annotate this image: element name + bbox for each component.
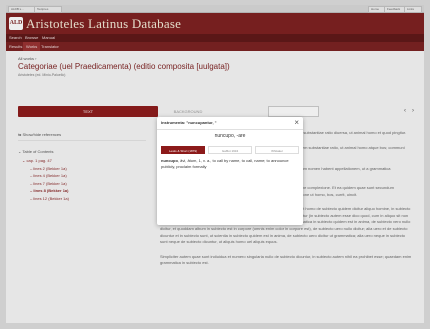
tab-lewis-short[interactable]: Lewis & Short (1879): [161, 146, 205, 154]
definition-text: nuncupo, āvi, ātum, 1, v. a., to call by…: [161, 158, 299, 169]
dictionary-tabs: Lewis & Short (1879) Gaffiot 1934 Whitak…: [161, 146, 299, 154]
modal-header: Instrumenta: "nuncupantur, " ×: [157, 117, 303, 130]
lemma-heading: nuncupo, -are: [214, 133, 246, 139]
definition-headword: nuncupo: [161, 158, 178, 163]
tab-whitaker[interactable]: Whitaker: [255, 146, 299, 154]
app-frame: ALDB s... Textpres Home Feedback Links A…: [6, 5, 424, 323]
tab-gaffiot[interactable]: Gaffiot 1934: [208, 146, 252, 154]
modal-title: Instrumenta: "nuncupantur, ": [161, 120, 217, 125]
dictionary-modal: Instrumenta: "nuncupantur, " × nuncupo, …: [157, 117, 303, 225]
definition-body: , āvi, ātum, 1, v. a., to call by name, …: [161, 158, 289, 169]
close-icon[interactable]: ×: [294, 118, 299, 127]
